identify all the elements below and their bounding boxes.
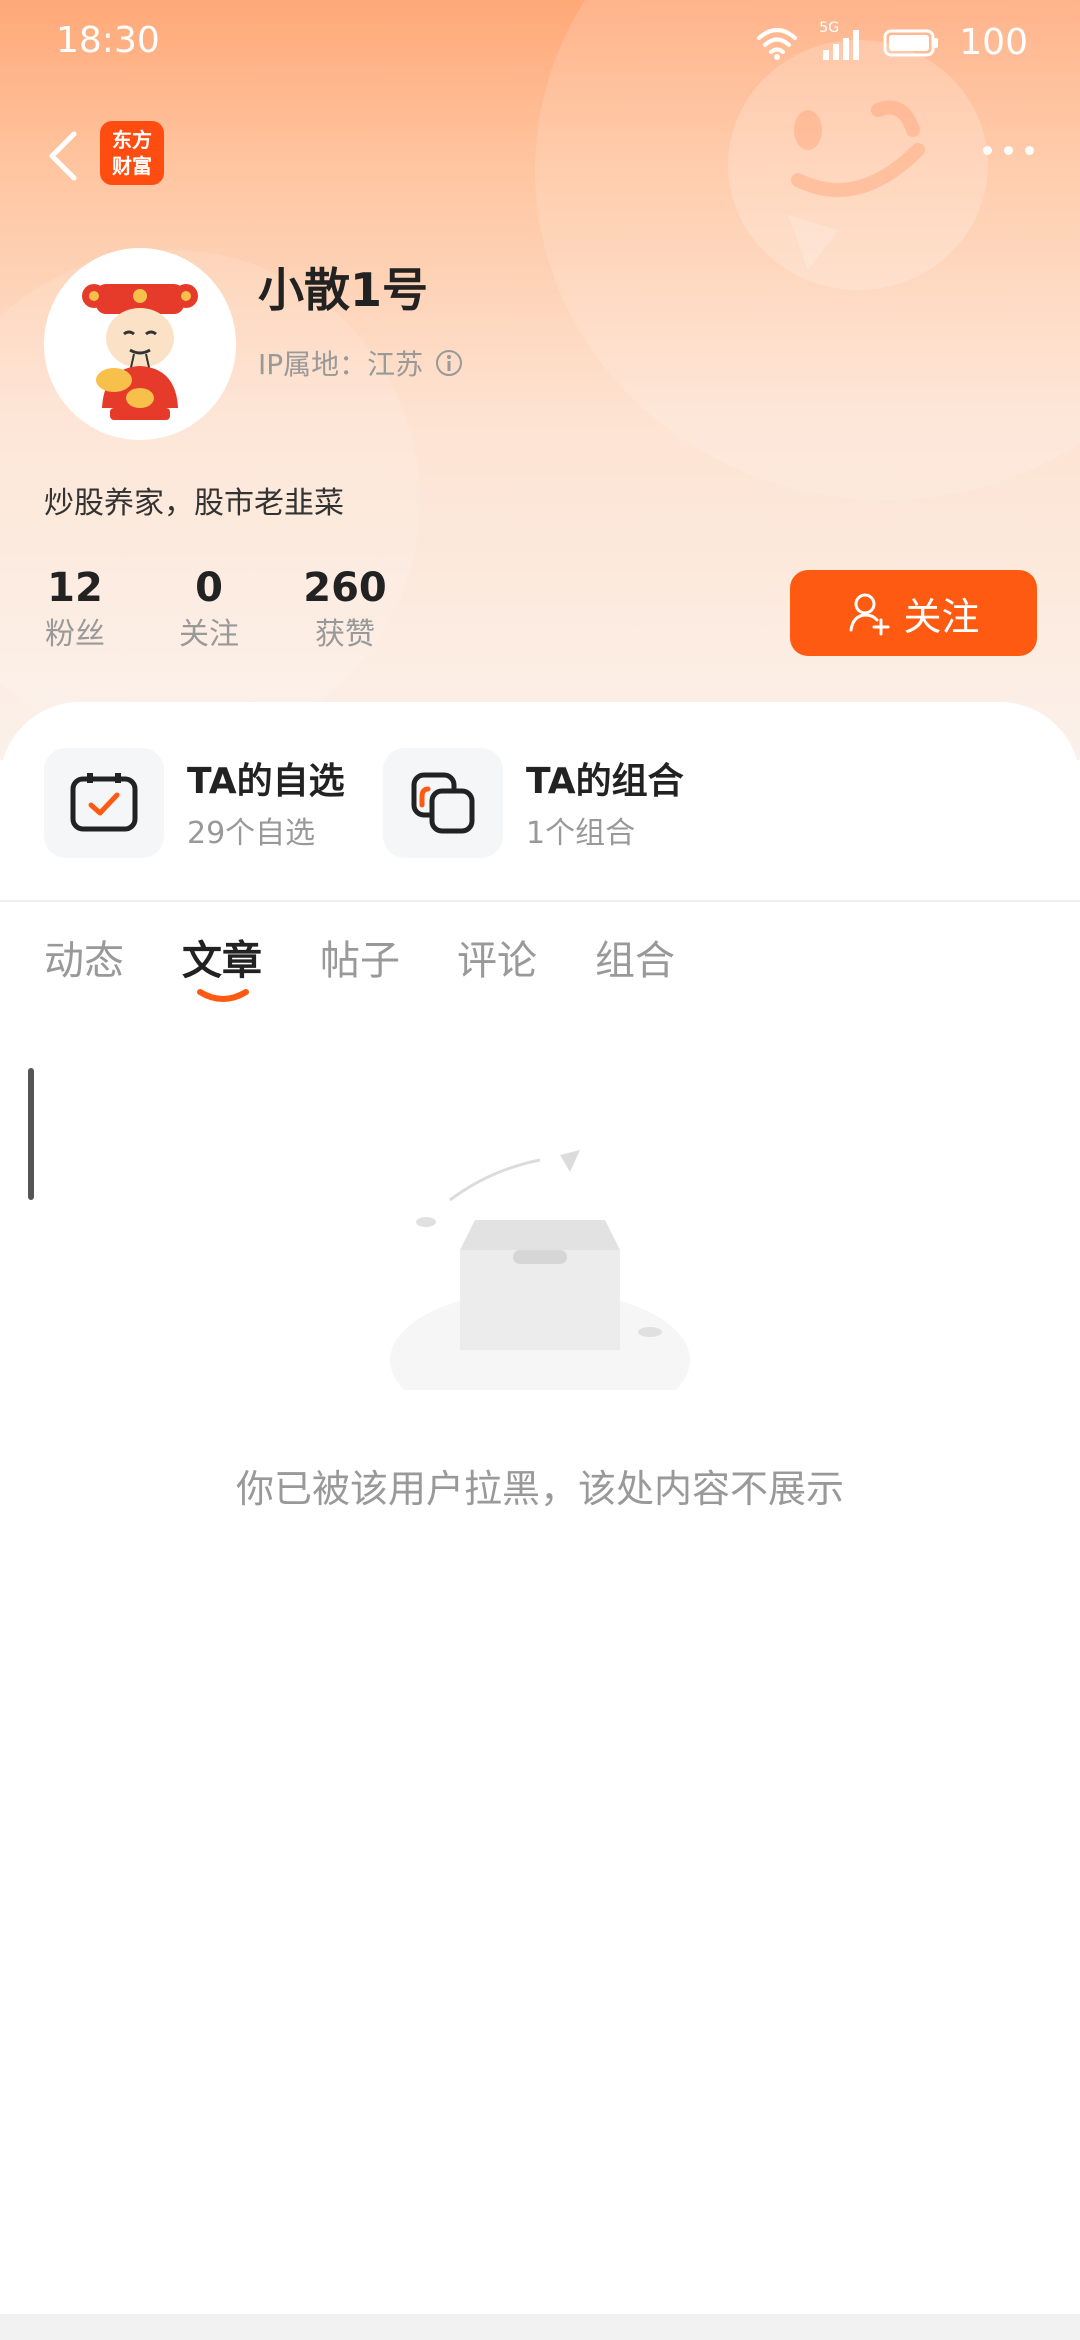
checkbox-icon [44,748,164,858]
mascot-avatar-icon [82,284,198,420]
app-logo-text-line1: 东方 [112,128,152,152]
battery-level: 100 [959,22,1028,63]
shortcut-title: TA的组合 [526,761,684,802]
tab-activity[interactable]: 动态 [44,928,124,986]
status-time: 18:30 [56,20,160,61]
app-logo-text-line2: 财富 [112,154,152,178]
divider [0,900,1080,902]
portfolio-icon [383,748,503,858]
top-nav: 东方 财富 [0,110,1080,200]
stat-value: 0 [195,565,223,611]
tab-articles[interactable]: 文章 [182,928,262,986]
stat-followers[interactable]: 12 粉丝 [40,563,110,657]
stat-value: 12 [47,565,103,611]
avatar[interactable] [44,248,236,440]
bio: 炒股养家，股市老韭菜 [44,486,344,521]
active-tab-indicator [197,989,249,1002]
tab-posts[interactable]: 帖子 [320,928,400,986]
shortcut-subtitle: 1个组合 [526,816,636,851]
follow-button-label: 关注 [903,596,980,639]
stat-label: 关注 [179,617,239,652]
shortcut-title: TA的自选 [187,761,345,802]
shortcut-portfolio[interactable]: TA的组合 1个组合 [383,748,703,860]
stat-value: 260 [303,565,387,611]
wifi-icon [757,27,798,60]
add-user-icon [849,593,890,636]
more-options-button[interactable] [983,146,1034,155]
info-icon[interactable] [435,349,463,377]
stat-likes[interactable]: 260 获赞 [300,563,390,657]
tab-bar: 动态 文章 帖子 评论 组合 [0,920,1080,1010]
dot-icon [1004,146,1013,155]
stat-following[interactable]: 0 关注 [174,563,244,657]
tab-portfolios[interactable]: 组合 [595,928,675,986]
stat-label: 粉丝 [45,617,105,652]
follow-button[interactable]: 关注 [790,570,1037,656]
dot-icon [983,146,992,155]
shortcut-subtitle: 29个自选 [187,816,316,851]
back-button[interactable] [40,120,90,190]
shortcut-watchlist[interactable]: TA的自选 29个自选 [44,748,364,860]
empty-state-message: 你已被该用户拉黑，该处内容不展示 [235,1467,844,1511]
username: 小散1号 [258,263,429,317]
dot-icon [1025,146,1034,155]
status-icons: 5G 100 [755,20,1028,63]
battery-icon [883,29,939,56]
stat-label: 获赞 [315,617,375,652]
chevron-left-icon [49,131,77,181]
signal-icon: 5G [819,20,863,60]
ip-location: IP属地：江苏 [258,343,463,383]
empty-box-illustration [330,1130,750,1430]
bottom-bar [0,2314,1080,2340]
ip-location-text: IP属地：江苏 [258,348,424,381]
scrollbar[interactable] [28,1068,34,1200]
tab-comments[interactable]: 评论 [457,928,537,986]
status-bar: 18:30 5G 100 [0,0,1080,88]
app-logo: 东方 财富 [100,121,164,185]
